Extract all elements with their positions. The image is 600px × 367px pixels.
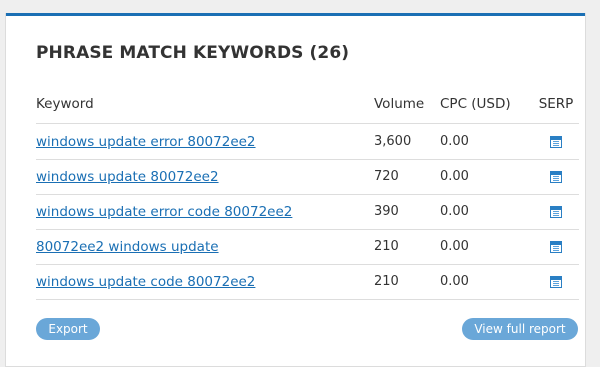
cpc-value: 0.00 (440, 274, 469, 289)
table-row: windows update code 80072ee2 210 0.00 (36, 264, 579, 300)
keyword-link[interactable]: windows update error 80072ee2 (36, 134, 256, 150)
volume-value: 390 (374, 204, 399, 219)
keyword-link[interactable]: 80072ee2 windows update (36, 239, 219, 255)
serp-page-icon[interactable] (550, 135, 562, 148)
serp-page-icon[interactable] (550, 275, 562, 288)
header-cpc: CPC (USD) (440, 96, 511, 112)
export-button[interactable]: Export (36, 318, 100, 340)
keyword-link[interactable]: windows update code 80072ee2 (36, 274, 255, 290)
cpc-value: 0.00 (440, 134, 469, 149)
cpc-value: 0.00 (440, 169, 469, 184)
table-row: 80072ee2 windows update 210 0.00 (36, 229, 579, 265)
header-keyword: Keyword (36, 96, 94, 112)
serp-page-icon[interactable] (550, 205, 562, 218)
cpc-value: 0.00 (440, 239, 469, 254)
keyword-link[interactable]: windows update error code 80072ee2 (36, 204, 292, 220)
keyword-link[interactable]: windows update 80072ee2 (36, 169, 219, 185)
table-row: windows update error code 80072ee2 390 0… (36, 194, 579, 230)
volume-value: 210 (374, 239, 399, 254)
table-header: Keyword Volume CPC (USD) SERP (36, 85, 579, 124)
table-row: windows update error 80072ee2 3,600 0.00 (36, 124, 579, 160)
accent-top-bar (6, 13, 585, 16)
volume-value: 3,600 (374, 134, 412, 149)
widget-title: PHRASE MATCH KEYWORDS (26) (36, 43, 350, 63)
phrase-match-widget: PHRASE MATCH KEYWORDS (26) Keyword Volum… (5, 13, 586, 367)
header-volume: Volume (374, 96, 425, 112)
header-serp: SERP (538, 96, 574, 112)
serp-page-icon[interactable] (550, 170, 562, 183)
volume-value: 720 (374, 169, 399, 184)
cpc-value: 0.00 (440, 204, 469, 219)
volume-value: 210 (374, 274, 399, 289)
serp-page-icon[interactable] (550, 240, 562, 253)
view-full-report-button[interactable]: View full report (462, 318, 578, 340)
table-row: windows update 80072ee2 720 0.00 (36, 159, 579, 195)
